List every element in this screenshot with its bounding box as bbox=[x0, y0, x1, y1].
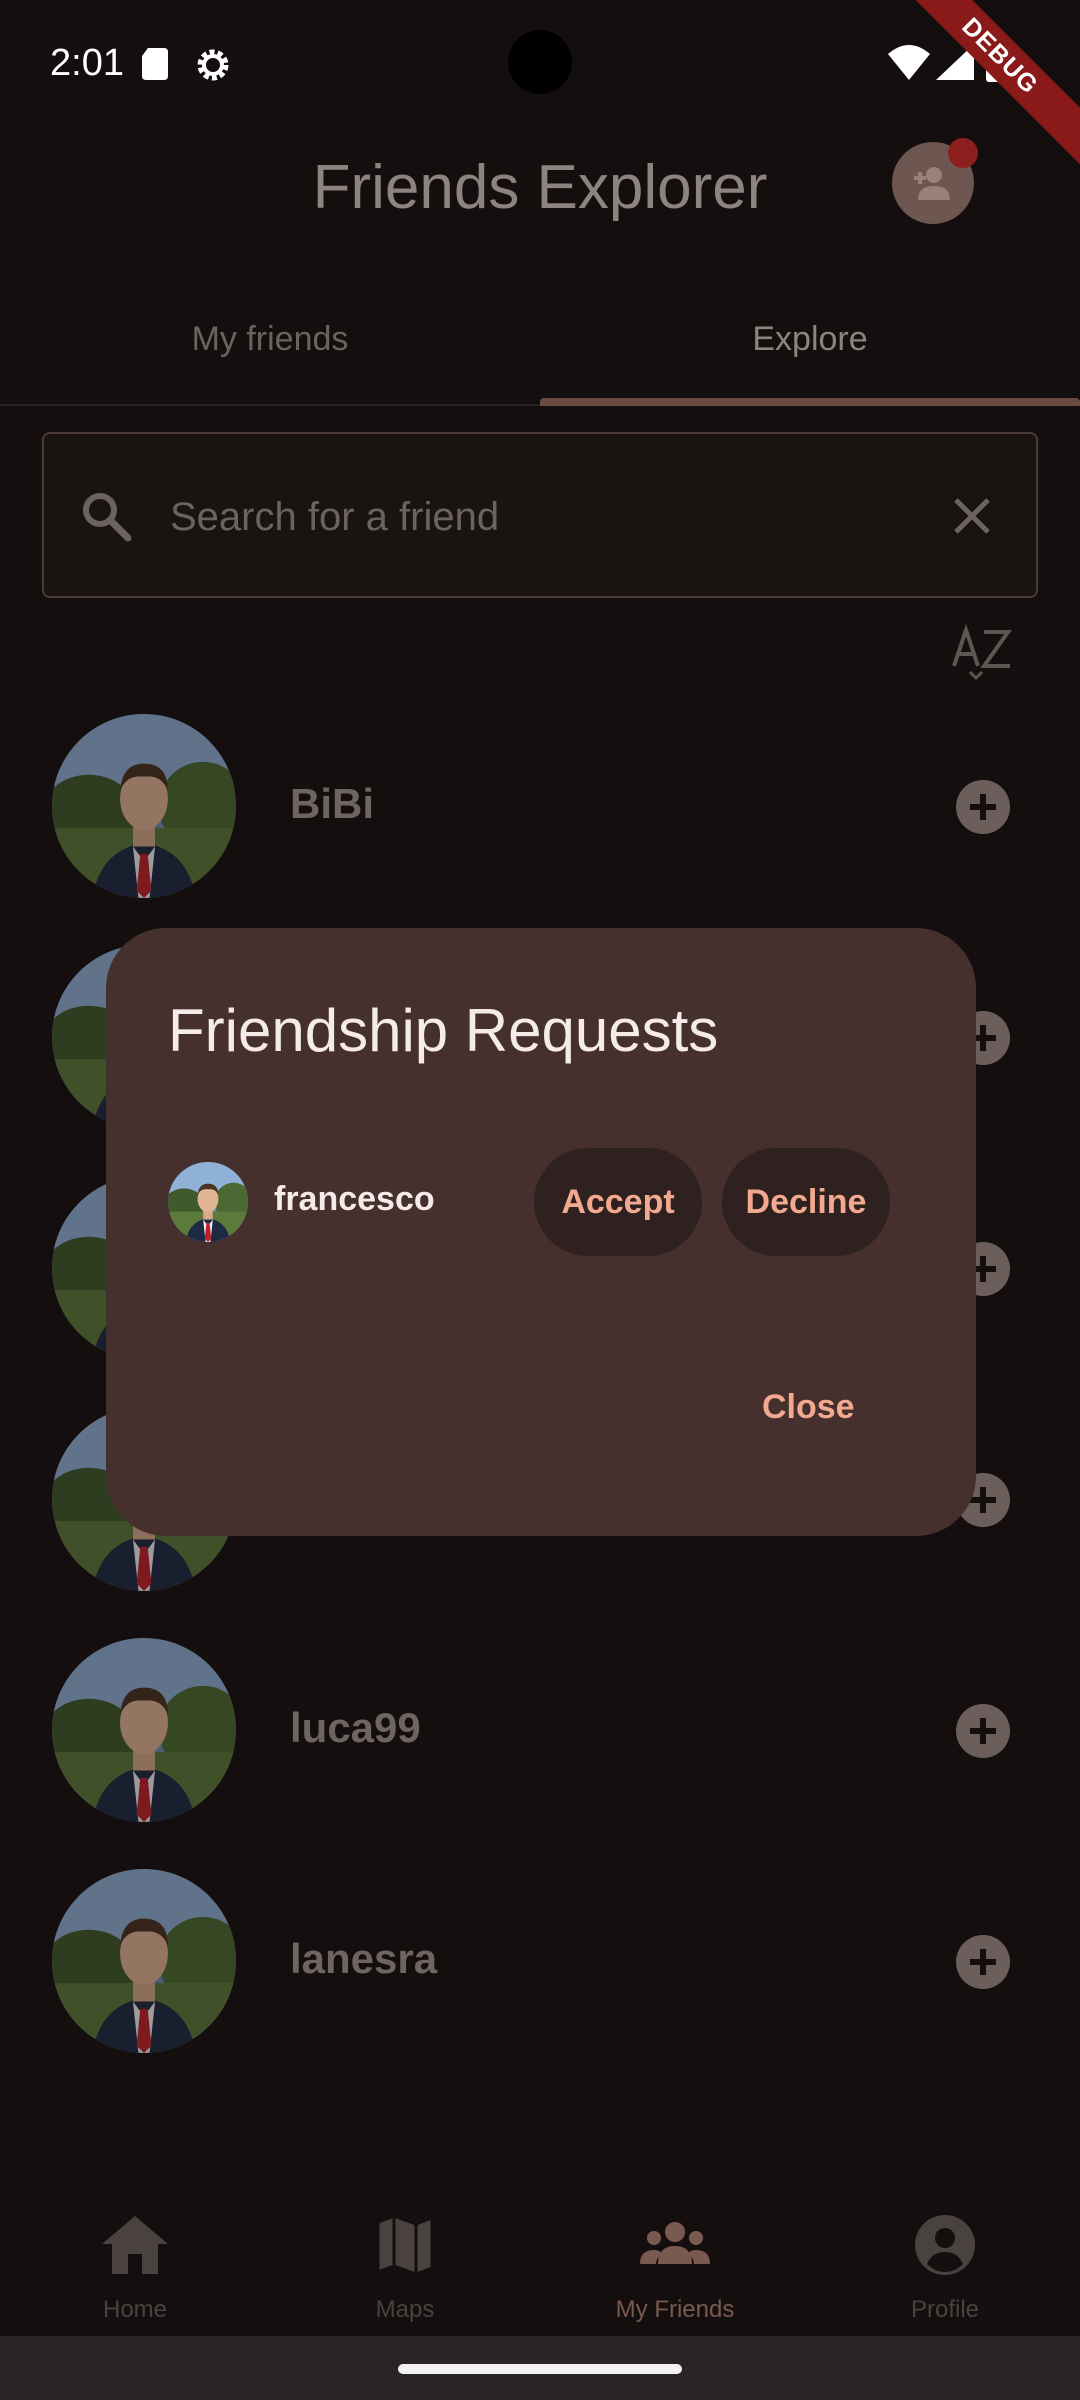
tab-explore[interactable]: Explore bbox=[540, 320, 1080, 359]
nav-profile[interactable]: Profile bbox=[810, 2180, 1080, 2336]
home-icon bbox=[102, 2216, 168, 2274]
tab-my-friends[interactable]: My friends bbox=[0, 320, 540, 359]
account-circle-icon bbox=[915, 2215, 975, 2275]
map-icon bbox=[376, 2214, 434, 2276]
list-item[interactable]: lanesra bbox=[0, 1869, 1080, 2053]
search-icon bbox=[83, 493, 132, 542]
nav-maps[interactable]: Maps bbox=[270, 2180, 540, 2336]
bottom-navigation: Home Maps My Friends Profile bbox=[0, 2180, 1080, 2336]
avatar bbox=[52, 714, 236, 898]
dialog-title: Friendship Requests bbox=[168, 997, 719, 1064]
nav-label: Home bbox=[102, 2296, 168, 2323]
add-friend-icon[interactable] bbox=[956, 1935, 1010, 1989]
close-icon[interactable] bbox=[950, 494, 994, 538]
friend-name: lanesra bbox=[290, 1935, 438, 1982]
sd-card-icon bbox=[142, 48, 168, 80]
decline-button[interactable]: Decline bbox=[722, 1148, 890, 1256]
tab-bar: My friends Explore bbox=[0, 290, 1080, 406]
close-button[interactable]: Close bbox=[762, 1388, 855, 1427]
add-friend-icon[interactable] bbox=[956, 1704, 1010, 1758]
settings-icon bbox=[197, 49, 229, 81]
wifi-icon bbox=[888, 45, 930, 80]
avatar bbox=[52, 1638, 236, 1822]
person-add-icon bbox=[914, 167, 950, 200]
friend-name: luca99 bbox=[290, 1704, 421, 1751]
camera-cutout bbox=[508, 30, 572, 94]
nav-label: Maps bbox=[375, 2296, 435, 2323]
request-name: francesco bbox=[274, 1180, 435, 1218]
tab-indicator bbox=[540, 398, 1080, 406]
friend-name: BiBi bbox=[290, 780, 374, 827]
gesture-bar[interactable] bbox=[398, 2364, 682, 2374]
nav-label: My Friends bbox=[615, 2296, 735, 2323]
list-item[interactable]: luca99 bbox=[0, 1638, 1080, 1822]
search-input[interactable] bbox=[170, 484, 930, 550]
list-item[interactable]: BiBi bbox=[0, 714, 1080, 898]
accept-button[interactable]: Accept bbox=[534, 1148, 702, 1256]
add-friend-icon[interactable] bbox=[956, 780, 1010, 834]
gesture-navigation-area bbox=[0, 2336, 1080, 2400]
nav-home[interactable]: Home bbox=[0, 2180, 270, 2336]
friendship-requests-dialog: Friendship Requests francesco Accept Dec… bbox=[106, 928, 976, 1536]
status-time: 2:01 bbox=[50, 42, 124, 84]
avatar bbox=[52, 1869, 236, 2053]
search-field bbox=[42, 432, 1038, 598]
notification-badge bbox=[948, 138, 978, 168]
group-icon bbox=[640, 2222, 710, 2264]
nav-my-friends[interactable]: My Friends bbox=[540, 2180, 810, 2336]
status-bar: 2:01 DEBUG bbox=[0, 0, 1080, 177]
avatar bbox=[168, 1162, 248, 1242]
sort-alpha-icon[interactable] bbox=[950, 624, 1016, 680]
nav-label: Profile bbox=[910, 2296, 980, 2323]
